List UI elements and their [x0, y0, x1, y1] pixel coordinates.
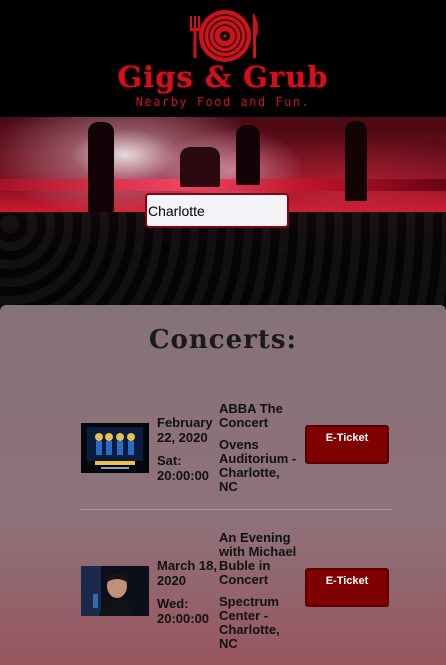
city-search-input[interactable]	[145, 193, 289, 228]
concert-day-time: Wed: 20:00:00	[157, 596, 210, 626]
concert-day-time: Sat: 20:00:00	[157, 453, 210, 483]
concert-date: March 18, 2020 Wed: 20:00:00	[157, 558, 217, 626]
header: Gigs & Grub Nearby Food and Fun.	[0, 0, 446, 117]
concert-thumbnail	[81, 566, 149, 616]
concert-info: ABBA The Concert Ovens Auditorium - Char…	[219, 402, 301, 494]
performer-figure	[180, 147, 220, 187]
e-ticket-button[interactable]: E-Ticket	[305, 568, 389, 607]
concert-venue: Ovens Auditorium - Charlotte, NC	[219, 437, 297, 494]
concert-name: ABBA The Concert	[219, 401, 283, 430]
concert-info: An Evening with Michael Buble in Concert…	[219, 531, 301, 651]
concert-date: February 22, 2020 Sat: 20:00:00	[157, 415, 217, 483]
brand-tagline: Nearby Food and Fun.	[135, 95, 311, 109]
e-ticket-button[interactable]: E-Ticket	[305, 425, 389, 464]
concert-thumbnail	[81, 423, 149, 473]
stage-lights	[0, 179, 446, 191]
performer-figure	[345, 121, 367, 201]
concert-date-text: February 22, 2020	[157, 415, 213, 445]
concert-date-text: March 18, 2020	[157, 558, 217, 588]
performer-figure	[88, 122, 114, 212]
record-fork-knife-icon	[190, 10, 258, 62]
item-divider	[80, 509, 392, 510]
concert-name: An Evening with Michael Buble in Concert	[219, 530, 297, 587]
concert-venue: Spectrum Center - Charlotte, NC	[219, 594, 280, 651]
performer-figure	[236, 125, 260, 185]
brand-title: Gigs & Grub	[117, 60, 329, 94]
abba-poster-icon	[81, 423, 149, 473]
concerts-heading: Concerts:	[148, 325, 298, 355]
performer-photo-icon	[81, 566, 149, 616]
